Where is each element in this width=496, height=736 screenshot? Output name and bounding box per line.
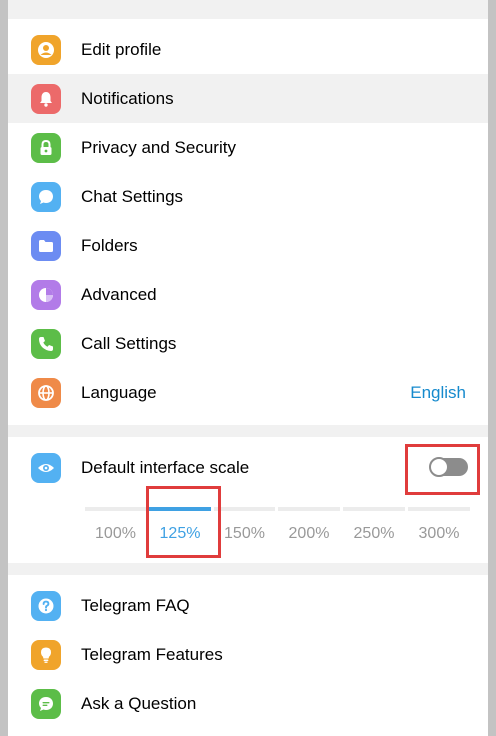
menu-item-label: Folders <box>81 235 138 255</box>
bell-icon <box>31 84 61 114</box>
menu-item-telegram-faq[interactable]: Telegram FAQ <box>8 581 488 630</box>
eye-icon <box>31 453 61 483</box>
menu-item-label: Telegram Features <box>81 644 223 664</box>
scale-option-300[interactable]: 300% <box>408 507 470 547</box>
help-section: Telegram FAQ Telegram Features Ask a Que… <box>8 575 488 736</box>
menu-item-label: Notifications <box>81 88 174 108</box>
settings-menu-section: Edit profile Notifications Privacy and S… <box>8 19 488 425</box>
menu-item-privacy-security[interactable]: Privacy and Security <box>8 123 488 172</box>
default-scale-toggle[interactable] <box>429 457 468 477</box>
menu-item-label: Telegram FAQ <box>81 595 190 615</box>
phone-icon <box>31 329 61 359</box>
menu-item-call-settings[interactable]: Call Settings <box>8 319 488 368</box>
menu-item-label: Chat Settings <box>81 186 184 206</box>
default-interface-scale-label: Default interface scale <box>81 457 250 477</box>
menu-item-advanced[interactable]: Advanced <box>8 270 488 319</box>
scale-option-label: 200% <box>288 525 330 542</box>
lock-icon <box>31 133 61 163</box>
chat-dots-icon <box>31 689 61 719</box>
scale-option-250[interactable]: 250% <box>343 507 405 547</box>
folder-icon <box>31 231 61 261</box>
scale-track-segment-active <box>149 507 211 511</box>
menu-item-label: Call Settings <box>81 333 177 353</box>
scale-track-segment <box>408 507 470 511</box>
settings-panel: Edit profile Notifications Privacy and S… <box>8 0 488 736</box>
globe-icon <box>31 378 61 408</box>
scale-option-label: 100% <box>95 525 136 542</box>
scale-option-150[interactable]: 150% <box>214 507 275 547</box>
scale-option-label: 150% <box>224 525 265 542</box>
language-value: English <box>410 382 466 402</box>
scale-track-segment <box>278 507 340 511</box>
toggle-knob <box>429 457 449 477</box>
menu-item-folders[interactable]: Folders <box>8 221 488 270</box>
scale-track-segment <box>85 507 146 511</box>
question-icon <box>31 591 61 621</box>
menu-item-ask-question[interactable]: Ask a Question <box>8 679 488 728</box>
menu-item-edit-profile[interactable]: Edit profile <box>8 25 488 74</box>
menu-item-label: Ask a Question <box>81 693 197 713</box>
lightbulb-icon <box>31 640 61 670</box>
pie-chart-icon <box>31 280 61 310</box>
chat-bubble-icon <box>31 182 61 212</box>
menu-item-label: Edit profile <box>81 39 162 59</box>
menu-item-label: Privacy and Security <box>81 137 236 157</box>
scale-track-segment <box>343 507 405 511</box>
menu-item-telegram-features[interactable]: Telegram Features <box>8 630 488 679</box>
menu-item-notifications[interactable]: Notifications <box>8 74 488 123</box>
menu-item-label: Language <box>81 382 157 402</box>
scale-option-125[interactable]: 125% <box>149 507 211 547</box>
scale-option-label: 300% <box>418 525 460 542</box>
menu-item-label: Advanced <box>81 284 157 304</box>
menu-item-language[interactable]: Language English <box>8 368 488 417</box>
default-interface-scale-row[interactable]: Default interface scale <box>8 443 488 492</box>
scale-option-label: 250% <box>353 525 395 542</box>
scale-option-100[interactable]: 100% <box>85 507 146 547</box>
user-circle-icon <box>31 35 61 65</box>
menu-item-chat-settings[interactable]: Chat Settings <box>8 172 488 221</box>
scale-track-segment <box>214 507 275 511</box>
scale-option-label: 125% <box>159 525 201 542</box>
scale-option-200[interactable]: 200% <box>278 507 340 547</box>
